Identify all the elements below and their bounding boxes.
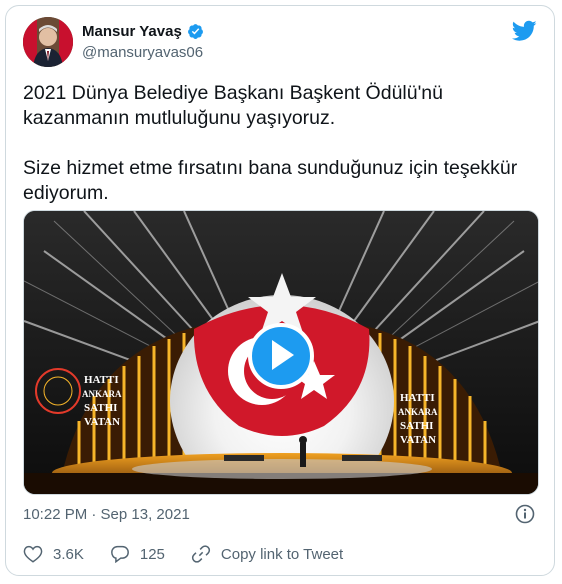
- like-count: 3.6K: [53, 545, 84, 563]
- avatar[interactable]: [23, 17, 73, 67]
- banner-left-line: SATHI: [84, 402, 117, 414]
- banner-left-line: VATAN: [84, 416, 120, 428]
- tweet-text: 2021 Dünya Belediye Başkanı Başkent Ödül…: [23, 81, 543, 206]
- twitter-bird-icon[interactable]: [512, 20, 537, 42]
- reply-button[interactable]: 125: [110, 545, 165, 563]
- banner-right-line: HATTI: [400, 392, 435, 404]
- banner-right-line: SATHI: [400, 420, 433, 432]
- copy-link-label: Copy link to Tweet: [220, 545, 344, 563]
- reply-icon: [110, 545, 129, 563]
- tweet-timestamp[interactable]: 10:22 PM · Sep 13, 2021: [23, 506, 190, 523]
- reply-count: 125: [139, 545, 165, 563]
- like-button[interactable]: 3.6K: [23, 545, 84, 563]
- verified-badge-icon: [187, 24, 203, 39]
- copy-link-button[interactable]: Copy link to Tweet: [191, 544, 343, 564]
- tweet-actions: 3.6K 125 Copy link to Tweet: [23, 544, 369, 564]
- author-handle[interactable]: @mansuryavas06: [82, 44, 203, 61]
- heart-icon: [23, 545, 43, 563]
- tweet-paragraph: 2021 Dünya Belediye Başkanı Başkent Ödül…: [23, 82, 444, 129]
- info-icon[interactable]: [515, 504, 535, 524]
- link-icon: [191, 545, 210, 563]
- play-icon: [272, 340, 294, 370]
- tweet-paragraph: Size hizmet etme fırsatını bana sunduğun…: [23, 157, 518, 204]
- author-name[interactable]: Mansur Yavaş: [82, 23, 182, 40]
- banner-left-line: HATTI: [84, 374, 119, 386]
- play-button[interactable]: [248, 323, 314, 389]
- banner-right-line: VATAN: [400, 434, 436, 446]
- tweet-card[interactable]: Mansur Yavaş @mansuryavas06 2021 Dünya B…: [5, 5, 555, 576]
- video-player[interactable]: HATTI ANKARA SATHI VATAN HATTI ANKARA SA…: [23, 210, 539, 495]
- banner-left-line: ANKARA: [82, 389, 122, 399]
- banner-right-line: ANKARA: [398, 407, 438, 417]
